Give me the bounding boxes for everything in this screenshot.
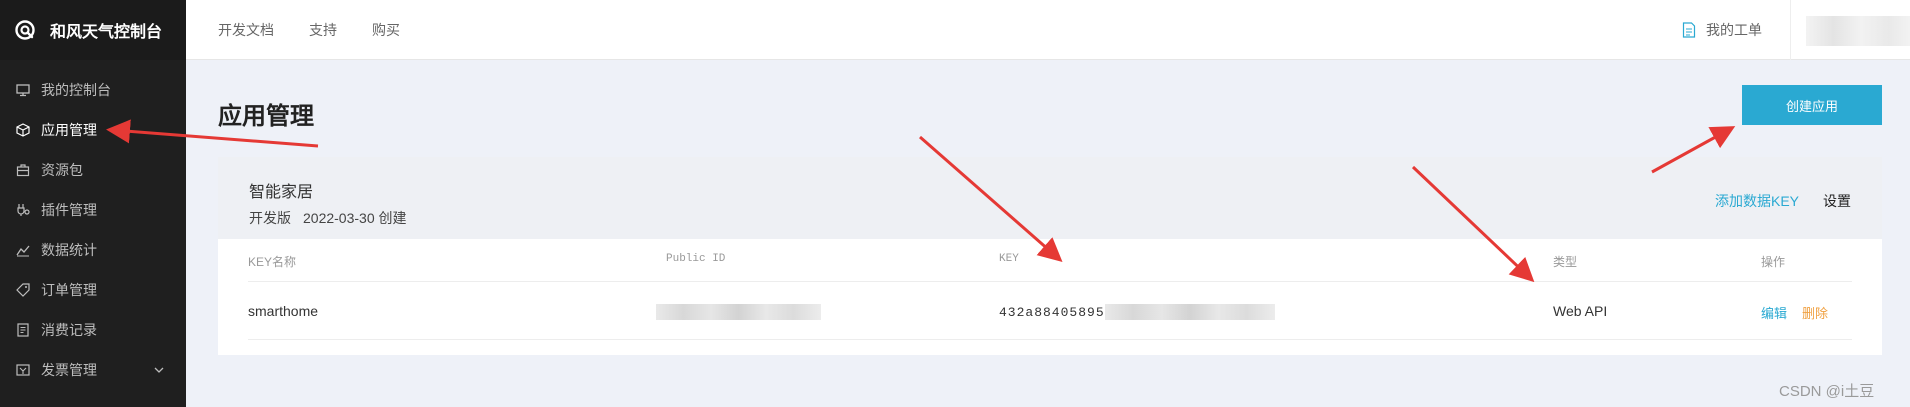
- brand-name: 和风天气控制台: [50, 24, 163, 41]
- top-link-support[interactable]: 支持: [309, 20, 337, 40]
- sidebar-item-orders[interactable]: 订单管理: [0, 270, 186, 310]
- app-name: 智能家居: [249, 184, 314, 201]
- top-link-docs[interactable]: 开发文档: [218, 20, 274, 40]
- sidebar-item-app-management[interactable]: 应用管理: [0, 110, 186, 150]
- cell-key-name: smarthome: [248, 303, 319, 319]
- top-bar: 开发文档 支持 购买 我的工单: [186, 0, 1910, 60]
- sidebar-item-label: 数据统计: [41, 242, 97, 258]
- create-app-button[interactable]: 创建应用: [1742, 85, 1882, 125]
- sidebar-nav: 我的控制台 应用管理 资源包 插件管理 数据统计 订单管理 消费记录 发票管理: [0, 60, 186, 390]
- sidebar-item-plugins[interactable]: 插件管理: [0, 190, 186, 230]
- divider: [1790, 0, 1791, 60]
- cell-type: Web API: [1553, 303, 1608, 319]
- sidebar-item-label: 我的控制台: [41, 82, 111, 98]
- cell-actions: 编辑 删除: [1761, 303, 1828, 322]
- cell-key: 432a88405895: [999, 303, 1275, 321]
- watermark: CSDN @i土豆: [1779, 383, 1875, 400]
- sidebar-item-label: 资源包: [41, 162, 83, 178]
- sidebar-item-console[interactable]: 我的控制台: [0, 70, 186, 110]
- app-card-header: 智能家居 开发版 2022-03-30 创建 添加数据KEY 设置: [218, 157, 1882, 239]
- invoice-icon: [16, 363, 30, 377]
- sidebar-item-label: 插件管理: [41, 202, 97, 218]
- sidebar-item-label: 发票管理: [41, 362, 97, 378]
- user-avatar-blurred[interactable]: [1806, 16, 1910, 46]
- ticket-icon: [1682, 22, 1696, 38]
- cube-icon: [16, 123, 30, 137]
- settings-link[interactable]: 设置: [1823, 191, 1851, 211]
- sidebar-item-statistics[interactable]: 数据统计: [0, 230, 186, 270]
- redacted-public-id: [656, 304, 821, 321]
- brand[interactable]: 和风天气控制台: [0, 0, 186, 60]
- app-created-date: 2022-03-30 创建: [303, 210, 407, 226]
- plugin-icon: [16, 203, 30, 217]
- sidebar-item-label: 消费记录: [41, 322, 97, 338]
- app-meta: 开发版 2022-03-30 创建: [249, 208, 407, 228]
- sidebar-item-consumption[interactable]: 消费记录: [0, 310, 186, 350]
- edit-link[interactable]: 编辑: [1761, 306, 1787, 321]
- work-order-link[interactable]: 我的工单: [1682, 0, 1762, 60]
- sidebar: 和风天气控制台 我的控制台 应用管理 资源包 插件管理 数据统计 订单管理 消费…: [0, 0, 186, 407]
- app-edition: 开发版: [249, 210, 291, 226]
- col-header-actions: 操作: [1761, 255, 1786, 269]
- col-header-public-id: Public ID: [666, 253, 726, 265]
- sidebar-item-label: 订单管理: [41, 282, 97, 298]
- table-divider: [248, 339, 1852, 340]
- monitor-icon: [16, 83, 30, 97]
- add-data-key-link[interactable]: 添加数据KEY: [1715, 191, 1799, 211]
- qweather-logo-icon: [14, 19, 36, 41]
- col-header-key-name: KEY名称: [248, 255, 297, 269]
- work-order-label: 我的工单: [1706, 22, 1762, 38]
- chevron-down-icon[interactable]: [154, 365, 164, 375]
- sidebar-item-resource-pack[interactable]: 资源包: [0, 150, 186, 190]
- table-divider: [248, 281, 1852, 282]
- top-nav: 开发文档 支持 购买: [218, 0, 435, 60]
- app-card: 智能家居 开发版 2022-03-30 创建 添加数据KEY 设置 KEY名称 P…: [218, 157, 1882, 355]
- package-icon: [16, 163, 30, 177]
- sidebar-item-invoices[interactable]: 发票管理: [0, 350, 186, 390]
- top-link-purchase[interactable]: 购买: [372, 20, 400, 40]
- col-header-type: 类型: [1553, 255, 1578, 269]
- receipt-icon: [16, 323, 30, 337]
- delete-link[interactable]: 删除: [1802, 306, 1828, 321]
- col-header-key: KEY: [999, 253, 1019, 265]
- tag-icon: [16, 283, 30, 297]
- chart-icon: [16, 243, 30, 257]
- cell-public-id: [656, 303, 821, 321]
- page-title: 应用管理: [218, 103, 314, 130]
- key-prefix: 432a88405895: [999, 305, 1105, 320]
- redacted-key: [1104, 304, 1275, 321]
- sidebar-item-label: 应用管理: [41, 122, 97, 138]
